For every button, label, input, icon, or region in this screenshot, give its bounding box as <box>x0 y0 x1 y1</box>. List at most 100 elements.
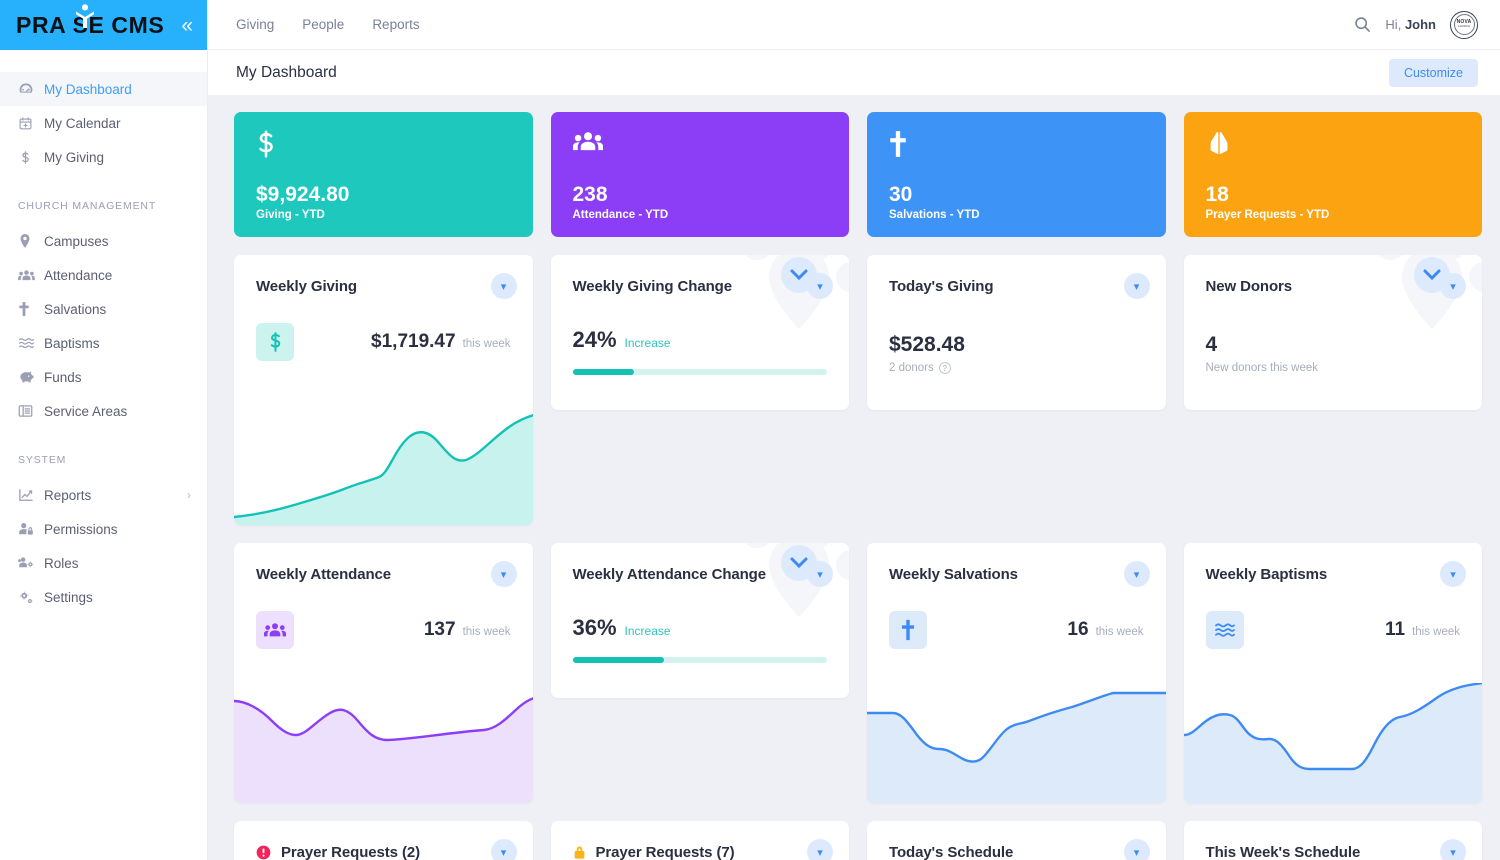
sidebar-nav-system: Reports › Permissions Roles Settings <box>0 478 207 614</box>
cross-icon <box>18 301 44 317</box>
card-weekly-salvations: Weekly Salvations ▾ 16 this week <box>867 543 1166 803</box>
sidebar-label: Service Areas <box>44 403 128 419</box>
card-header: Today's Giving ▾ <box>867 255 1166 299</box>
stat-text: 30 Salvations - YTD <box>889 183 1144 221</box>
card-header: This Week's Schedule ▾ <box>1184 821 1483 860</box>
logo-bar: PRA SE CMS « <box>0 0 207 50</box>
user-greeting: Hi, John <box>1385 17 1436 32</box>
chevron-down-icon[interactable]: ▾ <box>1440 561 1466 587</box>
sidebar-item-settings[interactable]: Settings <box>0 580 207 614</box>
card-todays-schedule: Today's Schedule ▾ <box>867 821 1166 860</box>
progress-track <box>572 657 827 663</box>
card-header: Weekly Giving Change ▾ <box>551 255 850 299</box>
stat-card-attendance[interactable]: 238 Attendance - YTD <box>550 112 849 237</box>
sidebar-item-salvations[interactable]: Salvations <box>0 292 207 326</box>
people-icon <box>18 269 44 282</box>
sidebar-item-attendance[interactable]: Attendance <box>0 258 207 292</box>
sidebar-section-system: SYSTEM <box>18 454 67 466</box>
card-title-wrap: Prayer Requests (7) <box>573 844 735 860</box>
chevron-down-icon[interactable]: ▾ <box>807 273 833 299</box>
stat-card-salvations[interactable]: 30 Salvations - YTD <box>867 112 1166 237</box>
stat-value: 30 <box>889 182 913 206</box>
top-bar-right: Hi, John NOVA CHURCH <box>1354 10 1478 39</box>
card-weekly-attendance-change: Weekly Attendance Change ▾ 36% Increase <box>550 543 850 698</box>
card-header: Prayer Requests (2) ▾ <box>234 821 533 860</box>
card-header: Weekly Baptisms ▾ <box>1184 543 1483 587</box>
value: 4 <box>1205 333 1218 356</box>
list-box-icon <box>18 404 44 418</box>
percent-row: 36% Increase <box>551 587 850 641</box>
avatar[interactable]: NOVA CHURCH <box>1450 10 1478 39</box>
sidebar-nav-church: Campuses Attendance Salvations Baptisms … <box>0 224 207 428</box>
page-title: My Dashboard <box>236 63 337 81</box>
progress-fill <box>572 369 634 375</box>
stat-value: $9,924.80 <box>256 182 350 206</box>
value: $528.48 <box>889 333 965 356</box>
card-header: Weekly Attendance Change ▾ <box>551 543 850 587</box>
percent-direction: Increase <box>624 336 671 350</box>
metric-row: $1,719.47 this week <box>234 299 533 361</box>
customize-button[interactable]: Customize <box>1388 58 1478 87</box>
sidebar-item-baptisms[interactable]: Baptisms <box>0 326 207 360</box>
card-header: Weekly Attendance ▾ <box>234 543 533 587</box>
chevron-down-icon[interactable]: ▾ <box>490 839 517 860</box>
card-header: Weekly Salvations ▾ <box>867 543 1166 587</box>
search-icon[interactable] <box>1354 16 1371 33</box>
card-todays-giving: Today's Giving ▾ $528.48 2 donors ? <box>867 255 1166 410</box>
percent-direction: Increase <box>624 624 671 638</box>
top-nav-reports[interactable]: Reports <box>372 17 419 32</box>
stat-card-prayer-requests[interactable]: 18 Prayer Requests - YTD <box>1183 112 1482 237</box>
dollar-icon <box>18 150 44 165</box>
main-area: Giving People Reports Hi, John NOVA CHUR… <box>208 0 1500 860</box>
sidebar-item-service-areas[interactable]: Service Areas <box>0 394 207 428</box>
card-title: Weekly Attendance Change <box>572 565 767 583</box>
waves-icon <box>1205 611 1244 649</box>
stat-card-giving[interactable]: $9,924.80 Giving - YTD <box>234 112 533 237</box>
sidebar-label: Settings <box>44 589 93 605</box>
metric-sub: this week <box>462 338 511 350</box>
card-title: Today's Giving <box>889 277 994 295</box>
card-this-week-schedule: This Week's Schedule ▾ <box>1183 821 1483 860</box>
chevron-down-icon[interactable]: ▾ <box>1123 561 1150 587</box>
chevron-down-icon[interactable]: ▾ <box>1440 273 1466 299</box>
sidebar-item-my-calendar[interactable]: My Calendar <box>0 106 207 140</box>
sidebar-label: Permissions <box>44 521 118 537</box>
metric-values: $1,719.47 this week <box>371 331 510 353</box>
chevron-down-icon[interactable]: ▾ <box>490 561 517 587</box>
sidebar-item-my-dashboard[interactable]: My Dashboard <box>0 72 207 106</box>
metric-sub: this week <box>1095 626 1144 638</box>
card-title: Weekly Giving Change <box>572 277 733 295</box>
sidebar-item-roles[interactable]: Roles <box>0 546 207 580</box>
metric-values: 11 this week <box>1385 619 1460 641</box>
chevron-down-icon[interactable]: ▾ <box>1123 273 1150 299</box>
sidebar-item-permissions[interactable]: Permissions <box>0 512 207 546</box>
sidebar-item-my-giving[interactable]: My Giving <box>0 140 207 174</box>
chevron-down-icon[interactable]: ▾ <box>490 273 517 299</box>
sidebar-label: My Giving <box>44 149 105 165</box>
progress-fill <box>572 657 665 663</box>
chevron-down-icon[interactable]: ▾ <box>807 839 833 860</box>
percent-value: 36% <box>572 615 617 640</box>
sidebar-item-campuses[interactable]: Campuses <box>0 224 207 258</box>
sidebar-item-funds[interactable]: Funds <box>0 360 207 394</box>
stat-text: 18 Prayer Requests - YTD <box>1206 183 1461 221</box>
chevron-down-icon[interactable]: ▾ <box>807 561 833 587</box>
top-nav-giving[interactable]: Giving <box>236 17 274 32</box>
greeting-prefix: Hi, <box>1385 17 1402 32</box>
donor-count: 2 donors <box>889 362 934 374</box>
top-nav-people[interactable]: People <box>302 17 344 32</box>
card-title: This Week's Schedule <box>1205 843 1361 860</box>
question-circle-icon[interactable]: ? <box>938 362 951 374</box>
card-title: New Donors <box>1205 277 1293 295</box>
value-sub: 2 donors ? <box>889 362 1144 374</box>
card-title: Weekly Salvations <box>889 565 1018 583</box>
sidebar-item-reports[interactable]: Reports › <box>0 478 207 512</box>
chevron-down-icon[interactable]: ▾ <box>1123 839 1150 860</box>
sidebar-label: Salvations <box>44 301 107 317</box>
weekly-salvations-sparkline <box>867 683 1166 803</box>
percent-row: 24% Increase <box>551 299 850 353</box>
chevron-down-icon[interactable]: ▾ <box>1440 839 1466 860</box>
weekly-baptisms-sparkline <box>1183 683 1482 803</box>
sidebar-collapse-icon[interactable]: « <box>181 15 193 36</box>
app-logo[interactable]: PRA SE CMS <box>16 3 164 39</box>
